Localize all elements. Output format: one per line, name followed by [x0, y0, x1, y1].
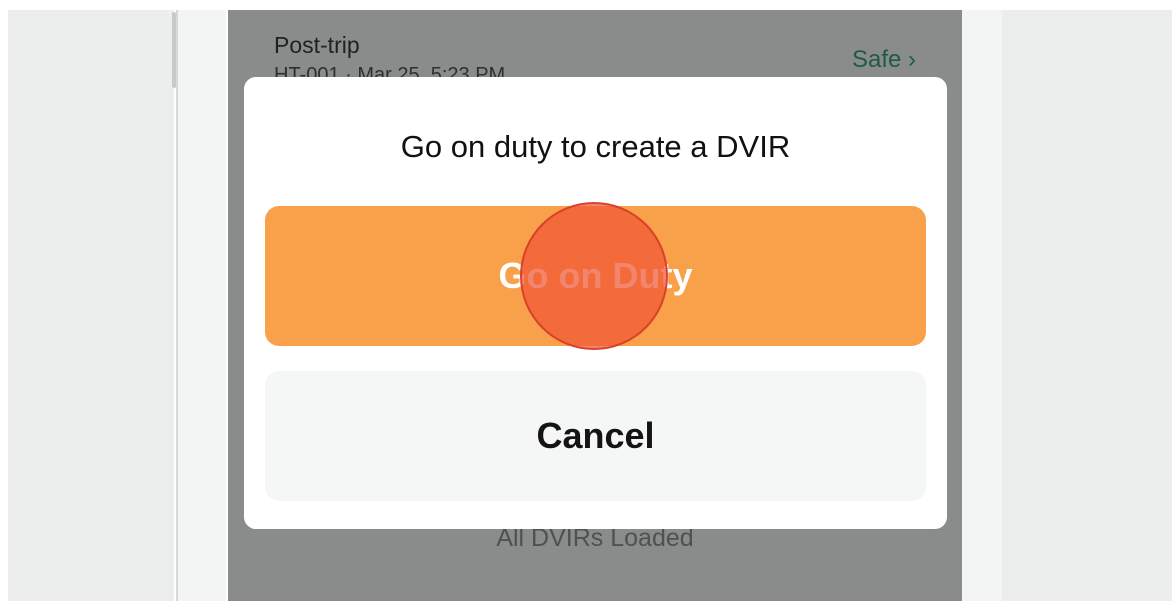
dvir-list-item[interactable]: Post-trip HT-001 · Mar 25, 5:23 PM Safe …: [228, 10, 962, 86]
left-bezel: [176, 10, 226, 601]
left-surround: [8, 10, 174, 601]
dialog-title: Go on duty to create a DVIR: [400, 129, 791, 164]
right-surround: [1002, 10, 1172, 601]
touch-indicator-icon: [520, 202, 668, 350]
scroll-indicator[interactable]: [172, 12, 176, 88]
cancel-button[interactable]: Cancel: [265, 371, 926, 501]
right-bezel: [962, 10, 1002, 601]
dvir-status-label[interactable]: Safe ›: [852, 46, 916, 74]
screenshot-canvas: Post-trip HT-001 · Mar 25, 5:23 PM Safe …: [0, 0, 1172, 601]
dvir-type-label: Post-trip: [274, 32, 360, 58]
